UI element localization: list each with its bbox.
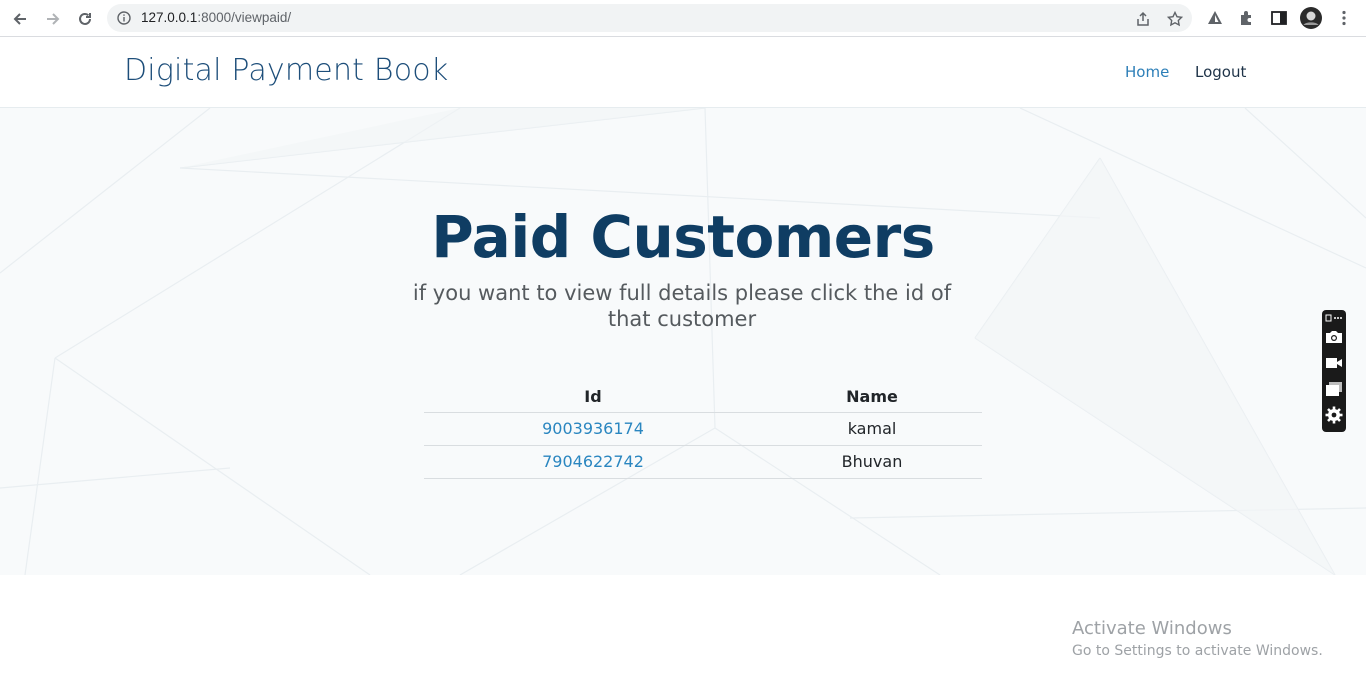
column-header-name: Name [762, 382, 982, 413]
watermark-title: Activate Windows [1072, 618, 1232, 639]
profile-avatar[interactable] [1300, 7, 1322, 29]
table-row: 9003936174 kamal [424, 412, 982, 446]
activate-windows-watermark: Activate Windows Go to Settings to activ… [1072, 618, 1323, 662]
background-pattern [0, 108, 1366, 575]
id-cell: 7904622742 [424, 445, 762, 479]
browser-menu-icon[interactable] [1335, 9, 1353, 27]
table-row: 7904622742 Bhuvan [424, 445, 982, 479]
toolbar-more-icon[interactable] [1325, 312, 1343, 324]
video-camera-icon[interactable] [1325, 354, 1343, 372]
window-capture-icon[interactable] [1325, 380, 1343, 398]
column-header-id: Id [424, 382, 762, 413]
page-subtitle: if you want to view full details please … [412, 281, 952, 331]
url-path: :8000/viewpaid/ [197, 10, 292, 25]
watermark-subtitle: Go to Settings to activate Windows. [1072, 643, 1323, 659]
bookmark-star-icon[interactable] [1166, 10, 1184, 27]
name-cell: kamal [762, 412, 982, 446]
table-header-row: Id Name [424, 382, 982, 413]
back-icon[interactable] [9, 8, 31, 30]
settings-gear-icon[interactable] [1325, 406, 1343, 424]
capture-toolbar [1322, 310, 1346, 432]
site-brand[interactable]: Digital Payment Book [124, 53, 448, 88]
camera-icon[interactable] [1325, 328, 1343, 346]
nav-logout-link[interactable]: Logout [1195, 63, 1246, 81]
nav-home-link[interactable]: Home [1125, 63, 1169, 81]
site-header: Digital Payment Book Home Logout [0, 37, 1366, 108]
forward-icon[interactable] [42, 8, 64, 30]
url-text: 127.0.0.1:8000/viewpaid/ [141, 10, 291, 25]
reload-icon[interactable] [74, 8, 96, 30]
name-cell: Bhuvan [762, 445, 982, 479]
address-bar[interactable]: 127.0.0.1:8000/viewpaid/ [107, 4, 1192, 32]
site-info-icon[interactable] [117, 11, 131, 25]
url-host: 127.0.0.1 [141, 10, 198, 25]
id-cell: 9003936174 [424, 412, 762, 446]
paid-customers-table: Id Name 9003936174 kamal 7904622742 Bhuv… [424, 382, 982, 479]
page-title: Paid Customers [431, 203, 935, 271]
customer-id-link[interactable]: 7904622742 [542, 452, 644, 471]
extensions-puzzle-icon[interactable] [1238, 9, 1256, 27]
customer-id-link[interactable]: 9003936174 [542, 419, 644, 438]
extension-triangle-icon[interactable] [1206, 9, 1224, 27]
hero-section: Paid Customers if you want to view full … [0, 108, 1366, 575]
browser-toolbar: 127.0.0.1:8000/viewpaid/ [0, 0, 1366, 37]
side-panel-icon[interactable] [1270, 9, 1288, 27]
share-icon[interactable] [1135, 11, 1151, 27]
